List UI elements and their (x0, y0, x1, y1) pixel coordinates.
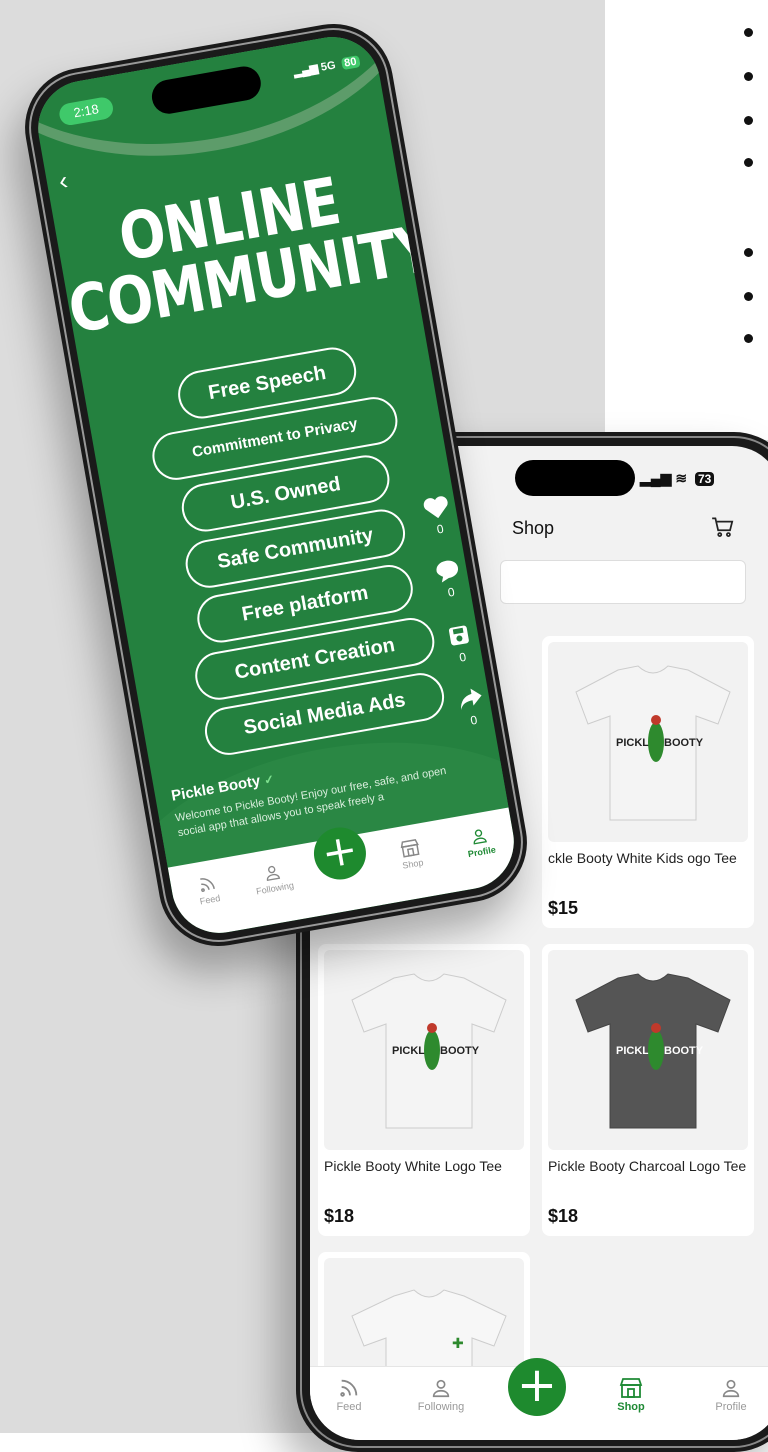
nav-label: Following (255, 880, 295, 897)
mascot-cap (651, 715, 661, 725)
print-right: BOOTY (664, 737, 704, 749)
bullet-list (744, 24, 768, 354)
nav-feed[interactable]: Feed (314, 1377, 384, 1413)
tshirt-image: PICKLE BOOTY (575, 973, 731, 1129)
create-post-button[interactable]: + (508, 1358, 566, 1416)
nav-profile[interactable]: Profile (448, 822, 512, 862)
battery-indicator: 73 (694, 472, 715, 486)
tshirt-image: PICKLE BOOTY (351, 973, 507, 1129)
bullet (744, 72, 753, 81)
nav-label: Shop (617, 1401, 645, 1413)
user-icon (432, 1379, 450, 1398)
save-button[interactable]: 0 (442, 621, 479, 667)
tshirt-image: PICKLE BOOTY (575, 665, 731, 821)
nav-label: Profile (467, 844, 497, 860)
search-input[interactable] (500, 560, 746, 604)
product-price: $18 (324, 1206, 355, 1226)
page-title: Shop (512, 518, 555, 538)
nav-profile[interactable]: Profile (696, 1377, 766, 1413)
bullet (744, 292, 753, 301)
heart-icon (423, 496, 448, 519)
comment-count: 0 (446, 584, 456, 600)
profile-icon (473, 829, 487, 845)
user-icon (266, 865, 281, 882)
product-image: PICKLE BOOTY (324, 950, 524, 1150)
product-price: $15 (548, 898, 579, 918)
share-count: 0 (469, 712, 479, 728)
product-card[interactable]: PICKLE BOOTY Pickle Booty Charcoal Logo … (542, 944, 754, 1236)
signal-icon: ▂▄▆ ≋ (640, 470, 688, 486)
bullet (744, 28, 753, 37)
product-card[interactable]: PICKLE BOOTY ckle Booty White Kids ogo T… (542, 636, 754, 928)
nav-following[interactable]: Following (406, 1377, 476, 1413)
store-icon (619, 1378, 643, 1398)
network-label: 5G (319, 59, 337, 74)
feed-icon (200, 878, 215, 892)
save-icon (448, 625, 469, 646)
comment-icon (436, 560, 459, 583)
nav-label: Feed (336, 1401, 362, 1413)
comment-button[interactable]: 0 (431, 556, 468, 602)
nav-label: Following (417, 1401, 465, 1413)
nav-shop[interactable]: Shop (379, 834, 443, 874)
bullet (744, 116, 753, 125)
nav-label: Feed (199, 893, 221, 907)
profile-icon (722, 1379, 740, 1398)
product-card[interactable]: PICKLE BOOTY Pickle Booty White Logo Tee… (318, 944, 530, 1236)
pickle-mascot (648, 722, 664, 762)
like-count: 0 (435, 521, 445, 537)
plus-icon: + (317, 823, 362, 879)
save-count: 0 (458, 649, 468, 665)
product-price: $18 (548, 1206, 579, 1226)
product-image: PICKLE BOOTY (548, 950, 748, 1150)
product-name: Pickle Booty White Logo Tee (324, 1158, 502, 1174)
verified-icon: ✓ (262, 771, 276, 788)
mascot-cap (427, 1023, 437, 1033)
product-image: PICKLE BOOTY (548, 642, 748, 842)
back-icon[interactable]: ‹ (56, 165, 70, 197)
bullet (744, 248, 753, 257)
bullet (744, 334, 753, 343)
headline: ONLINE COMMUNITY (54, 160, 440, 348)
cart-icon[interactable] (710, 514, 736, 540)
share-icon (461, 688, 482, 711)
dynamic-island (515, 460, 635, 496)
share-button[interactable]: 0 (453, 684, 490, 730)
feed-icon (340, 1379, 358, 1397)
product-name: ckle Booty White Kids ogo Tee (548, 850, 737, 866)
nav-shop[interactable]: Shop (596, 1377, 666, 1413)
pickle-mascot (424, 1030, 440, 1070)
nav-following[interactable]: Following (241, 858, 305, 898)
small-logo: ✚ (452, 1335, 464, 1351)
nav-label: Profile (715, 1401, 747, 1413)
store-icon (400, 839, 420, 858)
like-button[interactable]: 0 (419, 493, 456, 539)
mascot-cap (651, 1023, 661, 1033)
product-name: Pickle Booty Charcoal Logo Tee (548, 1158, 747, 1174)
print-right: BOOTY (440, 1045, 480, 1057)
pickle-mascot (648, 1030, 664, 1070)
bullet (744, 158, 753, 167)
status-bar: ▂▄▆ ≋ 73 (640, 470, 715, 487)
nav-feed[interactable]: Feed (176, 870, 240, 910)
nav-label: Shop (401, 857, 425, 871)
print-right: BOOTY (664, 1045, 704, 1057)
plus-icon: + (516, 1357, 558, 1413)
create-post-button[interactable]: + (309, 823, 371, 884)
